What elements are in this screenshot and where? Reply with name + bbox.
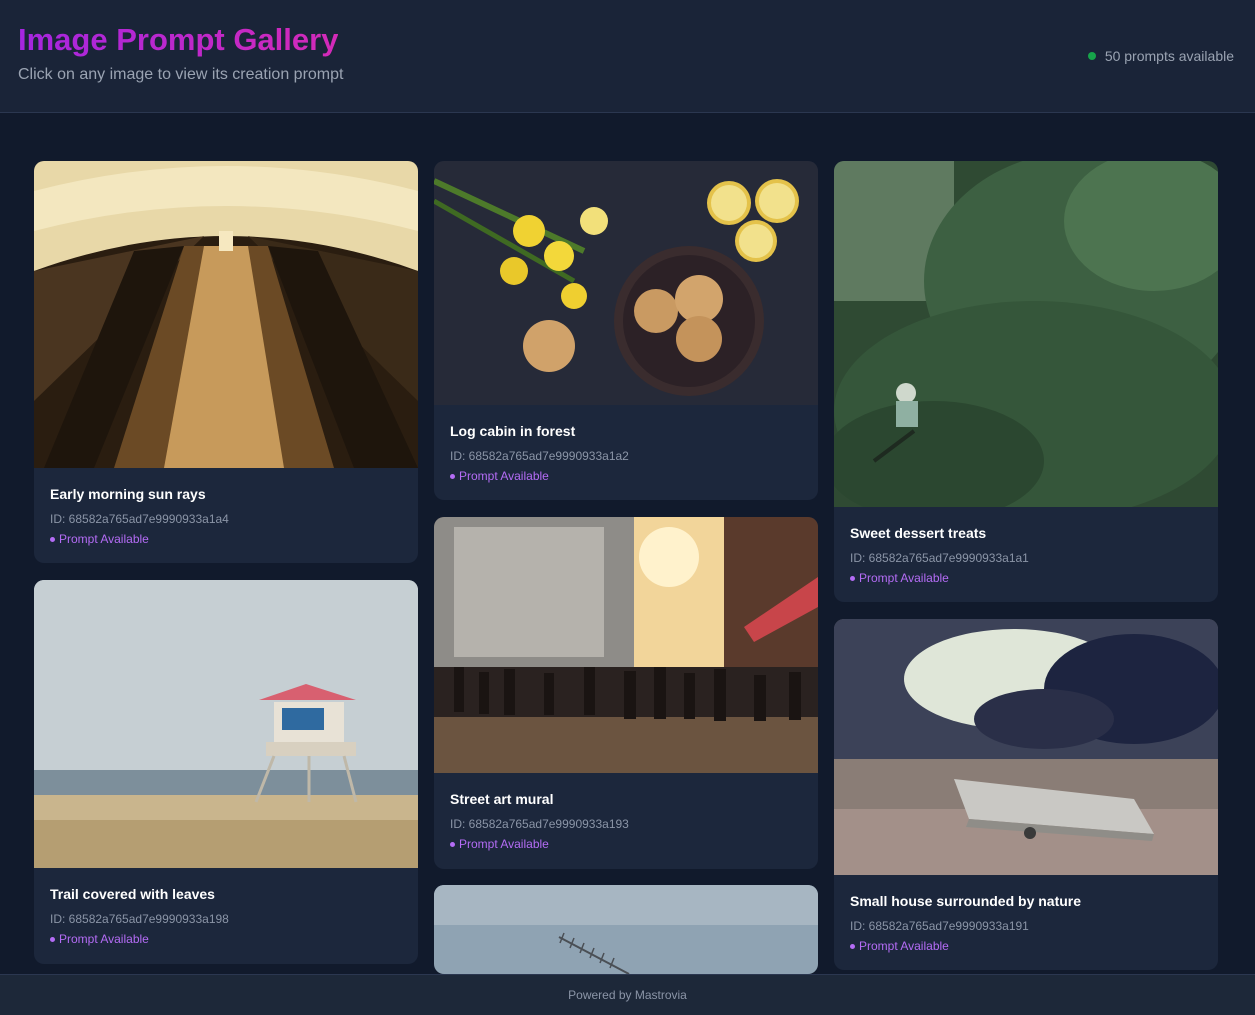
badge-label: Prompt Available [459,469,549,483]
prompt-available-badge: Prompt Available [450,469,802,483]
card-id: ID: 68582a765ad7e9990933a1a2 [450,449,629,463]
prompt-available-badge: Prompt Available [850,571,1202,585]
prompt-available-badge: Prompt Available [50,932,402,946]
badge-dot-icon [450,473,455,479]
card-image-sky-antenna[interactable] [434,885,818,974]
gallery-card-escalator[interactable]: Early morning sun rays ID: 68582a765ad7e… [34,161,418,563]
card-id: ID: 68582a765ad7e9990933a198 [50,912,229,926]
prompt-count-text: 50 prompts available [1104,48,1234,64]
card-image-forest-biker[interactable] [834,161,1218,507]
badge-label: Prompt Available [59,532,149,546]
card-title: Street art mural [450,791,554,807]
badge-dot-icon [50,536,55,542]
card-title: Early morning sun rays [50,486,206,502]
prompt-count-status: 50 prompts available [1087,48,1234,64]
page-title: Image Prompt Gallery [18,22,339,57]
card-title: Log cabin in forest [450,423,576,439]
footer-text: Powered by Mastrovia [568,988,687,1002]
gallery-card-smartphone[interactable]: Small house surrounded by nature ID: 685… [834,619,1218,970]
status-dot-icon [1087,52,1096,60]
badge-dot-icon [850,575,855,581]
card-id: ID: 68582a765ad7e9990933a1a1 [850,551,1029,565]
card-image-smartphone[interactable] [834,619,1218,875]
badge-dot-icon [50,936,55,942]
card-id: ID: 68582a765ad7e9990933a193 [450,817,629,831]
badge-label: Prompt Available [859,939,949,953]
gallery-card-city-street[interactable]: Street art mural ID: 68582a765ad7e999093… [434,517,818,869]
gallery-card-sky-antenna[interactable] [434,885,818,974]
page-header: Image Prompt Gallery Click on any image … [0,0,1255,113]
card-id: ID: 68582a765ad7e9990933a191 [850,919,1029,933]
badge-dot-icon [850,943,855,949]
card-id: ID: 68582a765ad7e9990933a1a4 [50,512,229,526]
prompt-available-badge: Prompt Available [50,532,402,546]
gallery-card-lifeguard-tower[interactable]: Trail covered with leaves ID: 68582a765a… [34,580,418,964]
prompt-available-badge: Prompt Available [850,939,1202,953]
page-footer: Powered by Mastrovia [0,974,1255,1015]
card-image-flowers-cookies[interactable] [434,161,818,405]
badge-dot-icon [450,841,455,847]
card-image-city-street[interactable] [434,517,818,773]
card-title: Sweet dessert treats [850,525,987,541]
gallery-card-forest-biker[interactable]: Sweet dessert treats ID: 68582a765ad7e99… [834,161,1218,602]
gallery-card-flowers-cookies[interactable]: Log cabin in forest ID: 68582a765ad7e999… [434,161,818,500]
badge-label: Prompt Available [859,571,949,585]
page-subtitle: Click on any image to view its creation … [18,66,344,83]
prompt-available-badge: Prompt Available [450,837,802,851]
badge-label: Prompt Available [59,932,149,946]
card-image-escalator[interactable] [34,161,418,468]
card-image-lifeguard-tower[interactable] [34,580,418,868]
card-title: Small house surrounded by nature [850,893,1082,909]
badge-label: Prompt Available [459,837,549,851]
card-title: Trail covered with leaves [50,886,215,902]
